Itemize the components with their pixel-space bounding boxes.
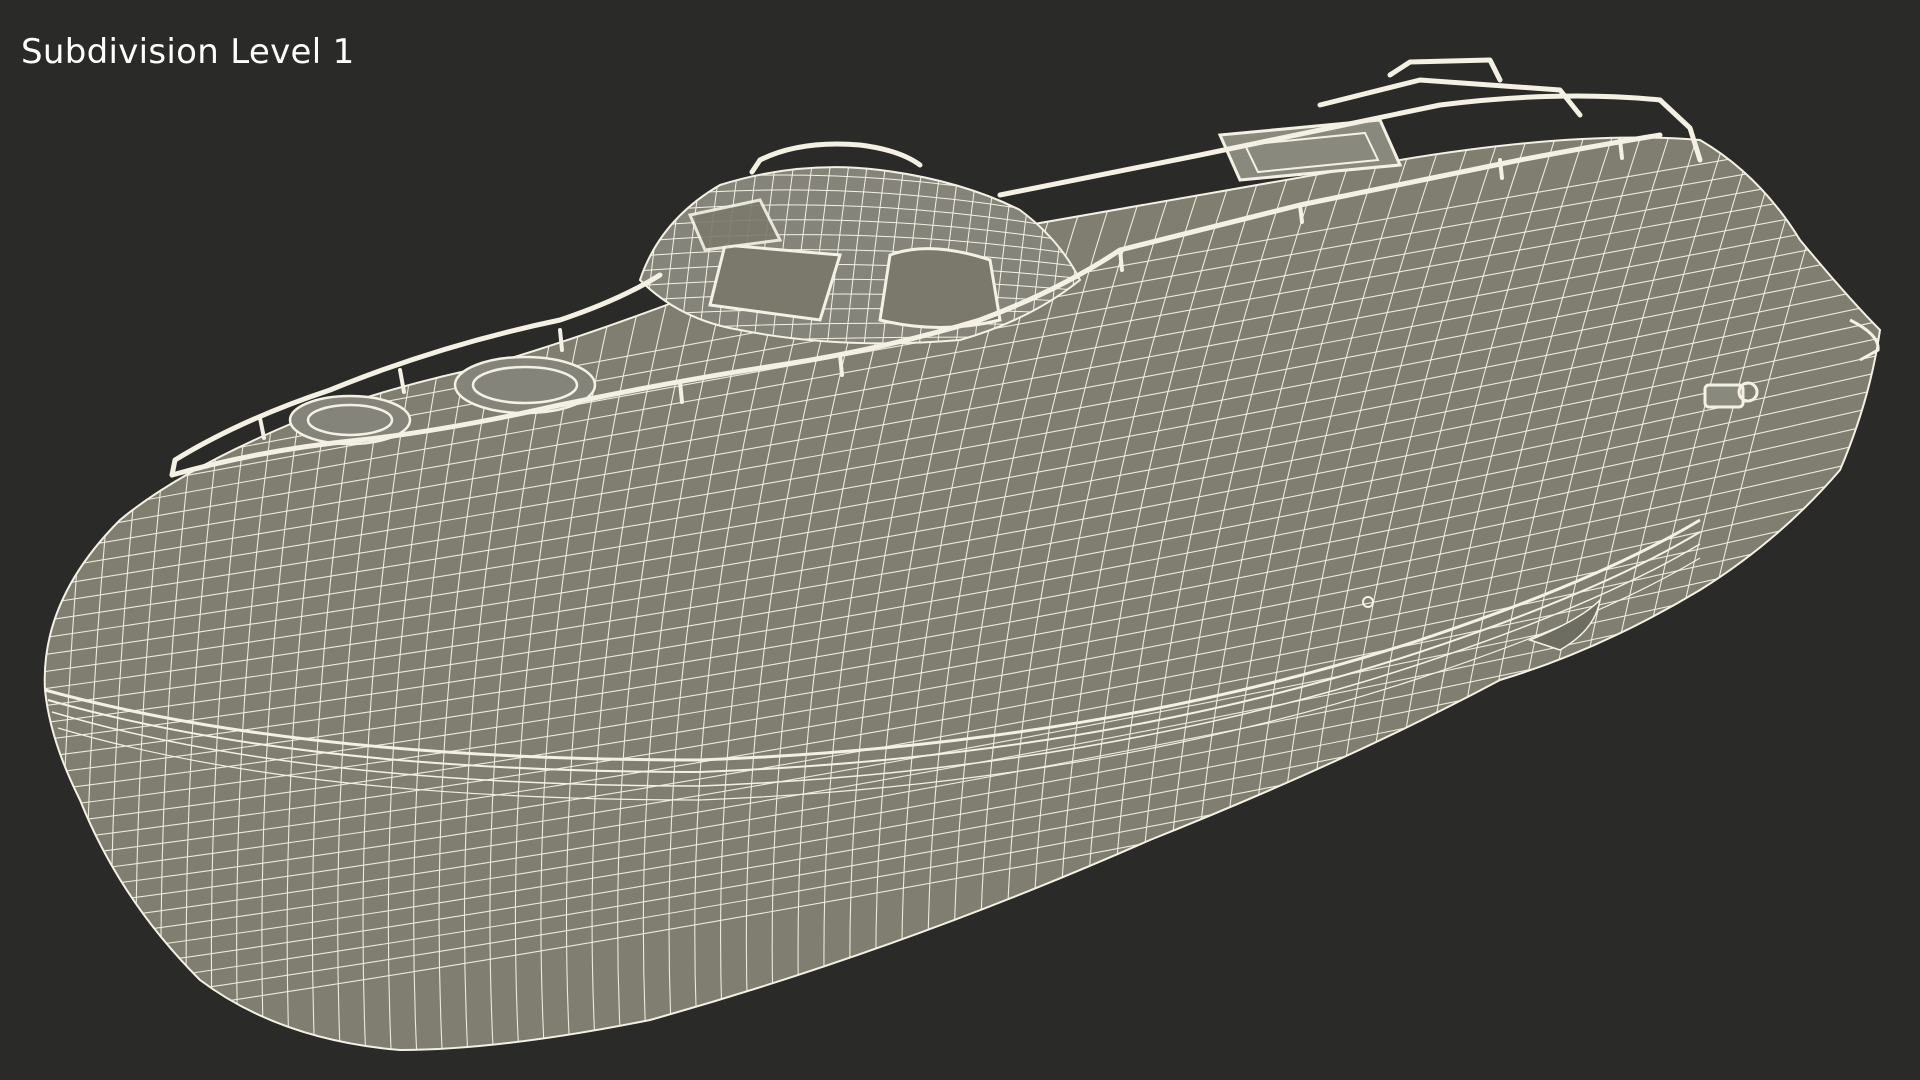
viewport[interactable]: Subdivision Level 1 xyxy=(0,0,1920,1080)
lifeboat-wireframe-model xyxy=(43,57,1882,1052)
